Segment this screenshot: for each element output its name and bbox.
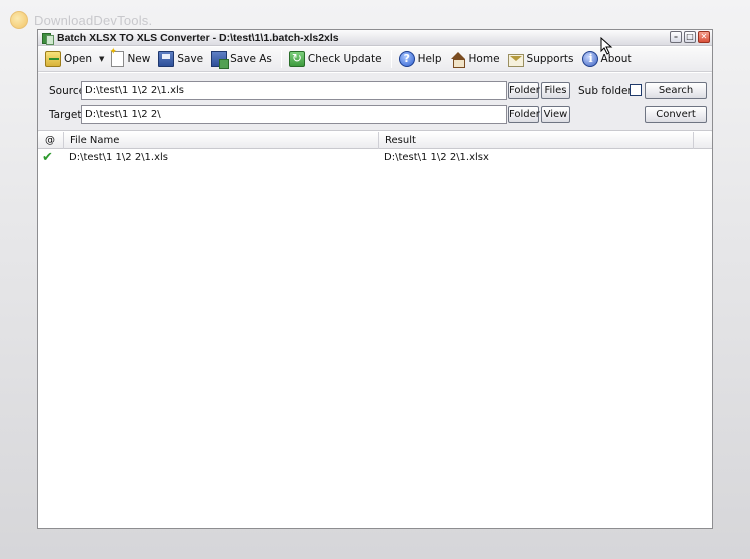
source-folder-button[interactable]: Folder bbox=[508, 82, 540, 99]
success-check-icon: ✔ bbox=[42, 150, 53, 165]
help-label: Help bbox=[417, 53, 442, 65]
save-as-icon bbox=[211, 51, 230, 69]
maximize-icon: □ bbox=[686, 32, 694, 41]
files-button[interactable]: Files bbox=[541, 82, 570, 99]
save-as-label: Save As bbox=[230, 53, 272, 65]
target-folder-button[interactable]: Folder bbox=[508, 106, 540, 123]
target-path-input[interactable] bbox=[81, 105, 507, 124]
update-icon bbox=[288, 51, 305, 67]
save-as-button[interactable]: Save As bbox=[208, 49, 275, 70]
supports-label: Supports bbox=[526, 53, 574, 65]
new-document-icon bbox=[109, 47, 125, 67]
home-icon bbox=[450, 51, 466, 68]
window-controls: – □ ✕ bbox=[670, 31, 710, 43]
home-label: Home bbox=[468, 53, 500, 65]
minimize-button[interactable]: – bbox=[670, 31, 682, 43]
save-icon bbox=[158, 51, 175, 67]
row-file-name: D:\test\1 1\2 2\1.xls bbox=[69, 152, 169, 163]
convert-button[interactable]: Convert bbox=[645, 106, 707, 123]
column-result[interactable]: Result bbox=[379, 132, 694, 149]
subfolders-label: Sub folders bbox=[578, 85, 638, 97]
help-icon bbox=[398, 51, 415, 67]
search-button[interactable]: Search bbox=[645, 82, 707, 99]
open-button[interactable]: Open bbox=[42, 49, 95, 70]
file-list[interactable]: @ File Name Result ✔ D:\test\1 1\2 2\1.x… bbox=[38, 132, 712, 528]
list-header: @ File Name Result bbox=[38, 132, 712, 149]
new-button[interactable]: New bbox=[108, 47, 153, 70]
save-label: Save bbox=[177, 53, 204, 65]
column-status[interactable]: @ bbox=[38, 132, 64, 149]
mouse-cursor-icon bbox=[600, 37, 613, 55]
new-label: New bbox=[127, 53, 151, 65]
path-form: Source Folder Files Sub folders Search T… bbox=[38, 73, 712, 131]
app-window: Batch XLSX TO XLS Converter - D:\test\1\… bbox=[37, 29, 713, 529]
mail-icon bbox=[507, 53, 524, 67]
watermark: DownloadDevTools. bbox=[10, 10, 152, 30]
app-icon[interactable] bbox=[41, 32, 54, 45]
column-file-name[interactable]: File Name bbox=[64, 132, 379, 149]
view-button[interactable]: View bbox=[541, 106, 570, 123]
open-label: Open bbox=[64, 53, 93, 65]
save-button[interactable]: Save bbox=[155, 49, 206, 70]
table-row[interactable]: ✔ D:\test\1 1\2 2\1.xls D:\test\1 1\2 2\… bbox=[38, 151, 712, 165]
close-icon: ✕ bbox=[700, 32, 708, 41]
row-result: D:\test\1 1\2 2\1.xlsx bbox=[384, 152, 489, 163]
home-button[interactable]: Home bbox=[447, 49, 503, 70]
supports-button[interactable]: Supports bbox=[505, 49, 577, 70]
info-icon bbox=[581, 51, 598, 67]
toolbar-divider bbox=[390, 50, 392, 68]
window-title: Batch XLSX TO XLS Converter - D:\test\1\… bbox=[57, 31, 339, 44]
source-path-input[interactable] bbox=[81, 81, 507, 100]
watermark-logo-icon bbox=[10, 11, 28, 29]
check-update-label: Check Update bbox=[307, 53, 382, 65]
toolbar-divider bbox=[280, 50, 282, 68]
subfolders-checkbox[interactable] bbox=[630, 84, 642, 96]
check-update-button[interactable]: Check Update bbox=[286, 49, 385, 70]
open-folder-icon bbox=[45, 51, 61, 67]
help-button[interactable]: Help bbox=[396, 49, 445, 70]
source-label: Source bbox=[49, 85, 86, 97]
minimize-icon: – bbox=[674, 32, 678, 41]
close-button[interactable]: ✕ bbox=[698, 31, 710, 43]
target-label: Target bbox=[49, 109, 82, 121]
maximize-button[interactable]: □ bbox=[684, 31, 696, 43]
watermark-text: DownloadDevTools. bbox=[34, 12, 153, 28]
open-dropdown-arrow-icon[interactable]: ▼ bbox=[99, 55, 104, 63]
